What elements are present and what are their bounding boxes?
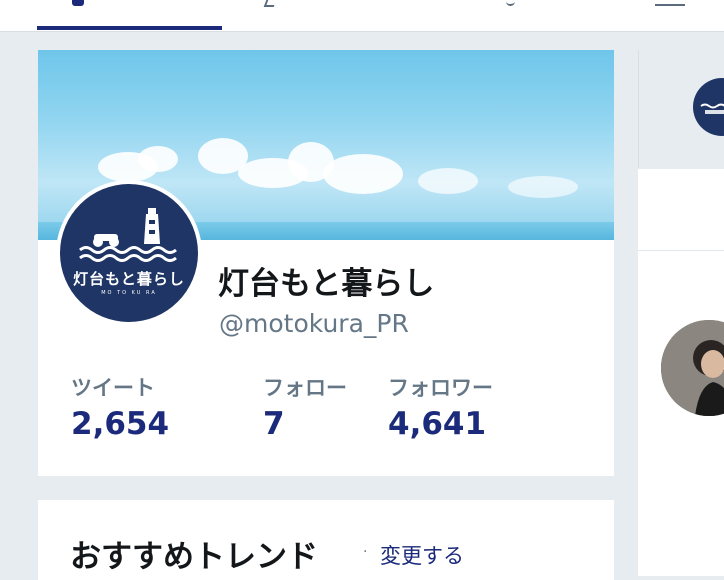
avatar-logo-sub: MO TO KU RA [101,290,157,296]
lighthouse-logo-icon [79,208,177,262]
trends-separator: · [363,544,368,560]
handle[interactable]: @motokura_PR [219,309,409,338]
profile-card: 灯台もと暮らし MO TO KU RA 灯台もと暮らし @motokura_PR… [38,50,614,476]
right-divider [638,250,724,251]
active-tab-indicator [37,26,222,30]
trends-title: おすすめトレンド [70,539,318,575]
top-nav [0,0,724,32]
trends-card: おすすめトレンド · 変更する [38,500,614,580]
stat-label: フォロー [263,376,347,400]
display-name[interactable]: 灯台もと暮らし [218,258,434,303]
menu-icon[interactable] [655,0,685,6]
change-trends-link[interactable]: 変更する [380,540,464,570]
avatar-logo-text: 灯台もと暮らし [73,270,185,288]
stat-tweets[interactable]: ツイート 2,654 [71,372,169,442]
stat-followers[interactable]: フォロワー 4,641 [388,372,493,442]
stat-value: 2,654 [71,406,170,442]
messages-icon[interactable] [506,0,515,6]
stat-following[interactable]: フォロー 7 [263,372,347,442]
stat-value: 7 [263,406,285,442]
notifications-icon[interactable] [263,0,277,7]
avatar[interactable]: 灯台もと暮らし MO TO KU RA [60,184,198,322]
stat-label: フォロワー [388,376,493,400]
home-icon[interactable] [72,0,84,6]
stat-label: ツイート [71,376,155,400]
stat-value: 4,641 [388,406,487,442]
